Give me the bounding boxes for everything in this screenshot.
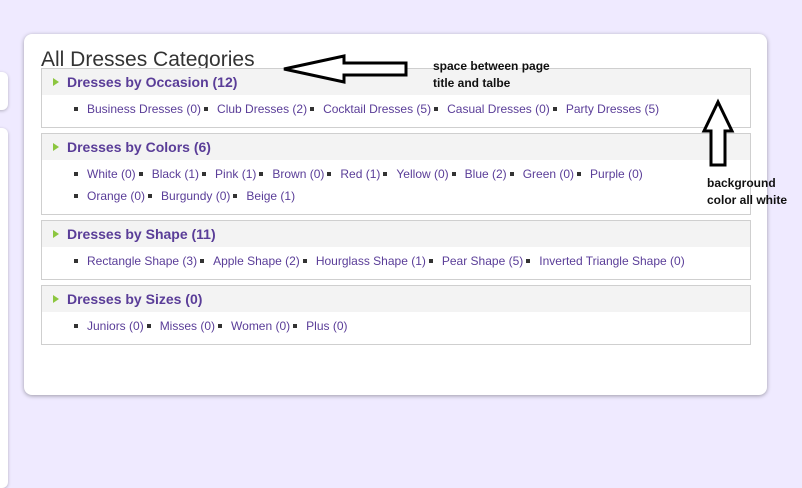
category-item-list: Juniors (0) Misses (0) Women (0) Plus (0… <box>42 312 714 344</box>
triangle-right-icon <box>53 295 59 303</box>
category-link[interactable]: Blue (2) <box>451 167 507 189</box>
background-annotation-note: background color all white <box>707 176 788 207</box>
category-link[interactable]: Cocktail Dresses (5) <box>310 102 431 124</box>
category-link[interactable]: Party Dresses (5) <box>552 102 659 124</box>
left-sidebar-card <box>0 72 8 110</box>
category-link[interactable]: Orange (0) <box>74 189 145 211</box>
category-link[interactable]: Pear Shape (5) <box>428 254 523 276</box>
category-title[interactable]: Dresses by Occasion (12) <box>67 74 237 90</box>
category-header[interactable]: Dresses by Colors (6) <box>42 134 750 160</box>
category-link[interactable]: Plus (0) <box>293 319 348 341</box>
up-arrow-annotation-icon <box>701 98 735 167</box>
category-link[interactable]: Women (0) <box>218 319 290 341</box>
category-link[interactable]: Black (1) <box>138 167 199 189</box>
category-link[interactable]: Hourglass Shape (1) <box>302 254 426 276</box>
category-link[interactable]: Business Dresses (0) <box>74 102 201 124</box>
left-sidebar-panel <box>0 128 8 488</box>
left-arrow-annotation-icon <box>283 54 408 84</box>
category-link[interactable]: Brown (0) <box>259 167 324 189</box>
category-link[interactable]: Juniors (0) <box>74 319 144 341</box>
category-link[interactable]: Apple Shape (2) <box>200 254 300 276</box>
triangle-right-icon <box>53 143 59 151</box>
category-colors: Dresses by Colors (6) White (0) Black (1… <box>41 133 751 215</box>
category-link[interactable]: White (0) <box>74 167 136 189</box>
category-header[interactable]: Dresses by Shape (11) <box>42 221 750 247</box>
category-title[interactable]: Dresses by Sizes (0) <box>67 291 202 307</box>
spacing-annotation-note: space between page title and talbe <box>433 59 550 90</box>
category-link[interactable]: Purple (0) <box>577 167 643 189</box>
category-link[interactable]: Club Dresses (2) <box>204 102 307 124</box>
category-link[interactable]: Casual Dresses (0) <box>434 102 550 124</box>
category-link[interactable]: Red (1) <box>327 167 380 189</box>
category-link[interactable]: Pink (1) <box>202 167 256 189</box>
category-header[interactable]: Dresses by Sizes (0) <box>42 286 750 312</box>
category-item-list: Business Dresses (0) Club Dresses (2) Co… <box>42 95 734 127</box>
triangle-right-icon <box>53 78 59 86</box>
category-link[interactable]: Beige (1) <box>233 189 295 211</box>
category-title[interactable]: Dresses by Colors (6) <box>67 139 211 155</box>
category-sizes: Dresses by Sizes (0) Juniors (0) Misses … <box>41 285 751 345</box>
category-link[interactable]: Rectangle Shape (3) <box>74 254 197 276</box>
category-link[interactable]: Inverted Triangle Shape (0) <box>526 254 685 276</box>
categories-panel: All Dresses Categories Dresses by Occasi… <box>24 34 767 395</box>
category-link[interactable]: Green (0) <box>509 167 574 189</box>
category-item-list: Rectangle Shape (3) Apple Shape (2) Hour… <box>42 247 744 279</box>
category-link[interactable]: Burgundy (0) <box>148 189 230 211</box>
category-link[interactable]: Misses (0) <box>146 319 215 341</box>
category-item-list: White (0) Black (1) Pink (1) Brown (0) R… <box>42 160 714 214</box>
category-title[interactable]: Dresses by Shape (11) <box>67 226 216 242</box>
triangle-right-icon <box>53 230 59 238</box>
category-link[interactable]: Yellow (0) <box>383 167 449 189</box>
category-shape: Dresses by Shape (11) Rectangle Shape (3… <box>41 220 751 280</box>
